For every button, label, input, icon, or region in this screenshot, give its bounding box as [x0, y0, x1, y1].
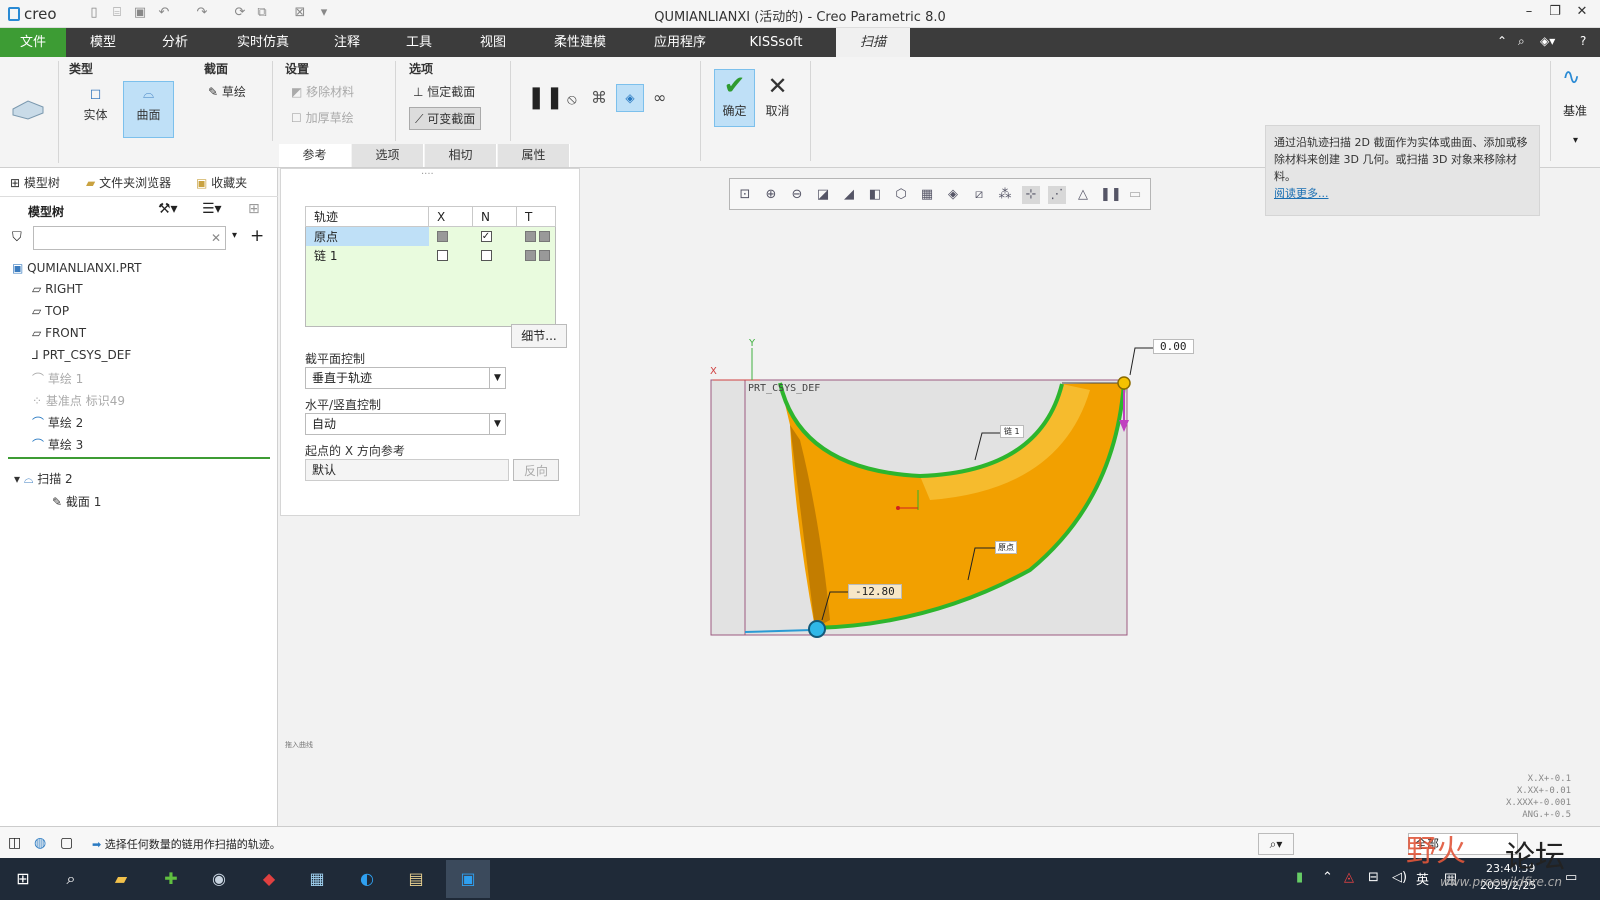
tray-chevron-icon[interactable]: ⌃: [1322, 870, 1333, 885]
file-explorer-icon[interactable]: ▰: [108, 867, 134, 891]
status-bar: ◫ ◍ ▢ ➡ 选择任何数量的链用作扫描的轨迹。 ⌕▾ 全部: [0, 826, 1600, 858]
toggle-navigator-icon[interactable]: ◫: [8, 835, 21, 851]
app-photo-icon[interactable]: ▦: [304, 867, 330, 891]
watermark-logo-2: 论坛: [1505, 840, 1565, 875]
app-red-icon[interactable]: ◆: [256, 867, 282, 891]
watermark-logo: 野火: [1406, 834, 1466, 869]
windows-start-icon[interactable]: ⊞: [10, 867, 36, 891]
network-icon[interactable]: ⊟: [1368, 870, 1379, 885]
origin-label[interactable]: 原点: [995, 541, 1017, 554]
notepad-icon[interactable]: ▤: [403, 867, 429, 891]
graphics-canvas[interactable]: [0, 0, 1600, 826]
arrow-icon: ➡: [92, 838, 102, 851]
dimension-bottom[interactable]: -12.80: [848, 584, 902, 599]
start-point-handle: [808, 620, 826, 638]
end-point-handle: [1117, 376, 1131, 390]
chain-label[interactable]: 链 1: [1000, 425, 1024, 438]
tray-app-icon[interactable]: ◬: [1344, 870, 1354, 885]
dimension-top[interactable]: 0.00: [1153, 339, 1194, 354]
creo-taskbar-icon[interactable]: ▣: [446, 860, 490, 898]
watermark-url: www.proewildfire.cn: [1440, 875, 1562, 889]
ime-indicator[interactable]: 英: [1416, 869, 1429, 888]
status-message: ➡ 选择任何数量的链用作扫描的轨迹。: [92, 838, 281, 851]
accuracy-note: X.X+-0.1 X.XX+-0.01 X.XXX+-0.001 ANG.+-0…: [1506, 774, 1572, 820]
battery-icon[interactable]: ▮: [1296, 870, 1303, 885]
browser-icon[interactable]: ◍: [34, 835, 46, 851]
axis-y-label: Y: [749, 338, 756, 349]
fullscreen-icon[interactable]: ▢: [60, 835, 73, 851]
notification-icon[interactable]: ▭: [1565, 870, 1577, 885]
edge-browser-icon[interactable]: ◐: [354, 867, 380, 891]
app-icon[interactable]: ◉: [206, 867, 232, 891]
find-icon[interactable]: ⌕▾: [1258, 833, 1294, 855]
axis-x-label: X: [710, 366, 717, 377]
app-green-icon[interactable]: ✚: [158, 867, 184, 891]
search-icon[interactable]: ⌕: [58, 867, 84, 891]
volume-icon[interactable]: ◁): [1392, 870, 1407, 885]
csys-label: PRT_CSYS_DEF: [748, 383, 821, 394]
windows-taskbar: ⊞ ⌕ ▰ ✚ ◉ ◆ ▦ ◐ ▤ ▣ ▮ ⌃ ◬ ⊟ ◁) 英 囲 23:40…: [0, 858, 1600, 900]
